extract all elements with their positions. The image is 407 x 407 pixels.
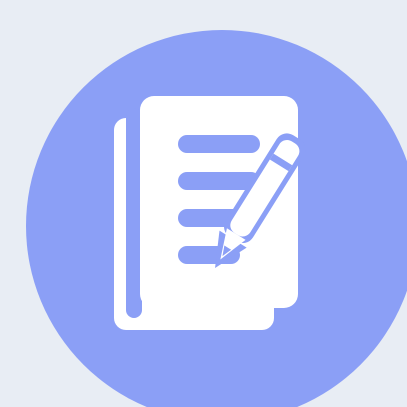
paper-gap: [126, 108, 142, 318]
icon-canvas: [0, 0, 407, 407]
notes-edit-icon: [26, 30, 407, 407]
notes-app-icon[interactable]: [0, 0, 407, 407]
text-line-1: [178, 135, 260, 153]
